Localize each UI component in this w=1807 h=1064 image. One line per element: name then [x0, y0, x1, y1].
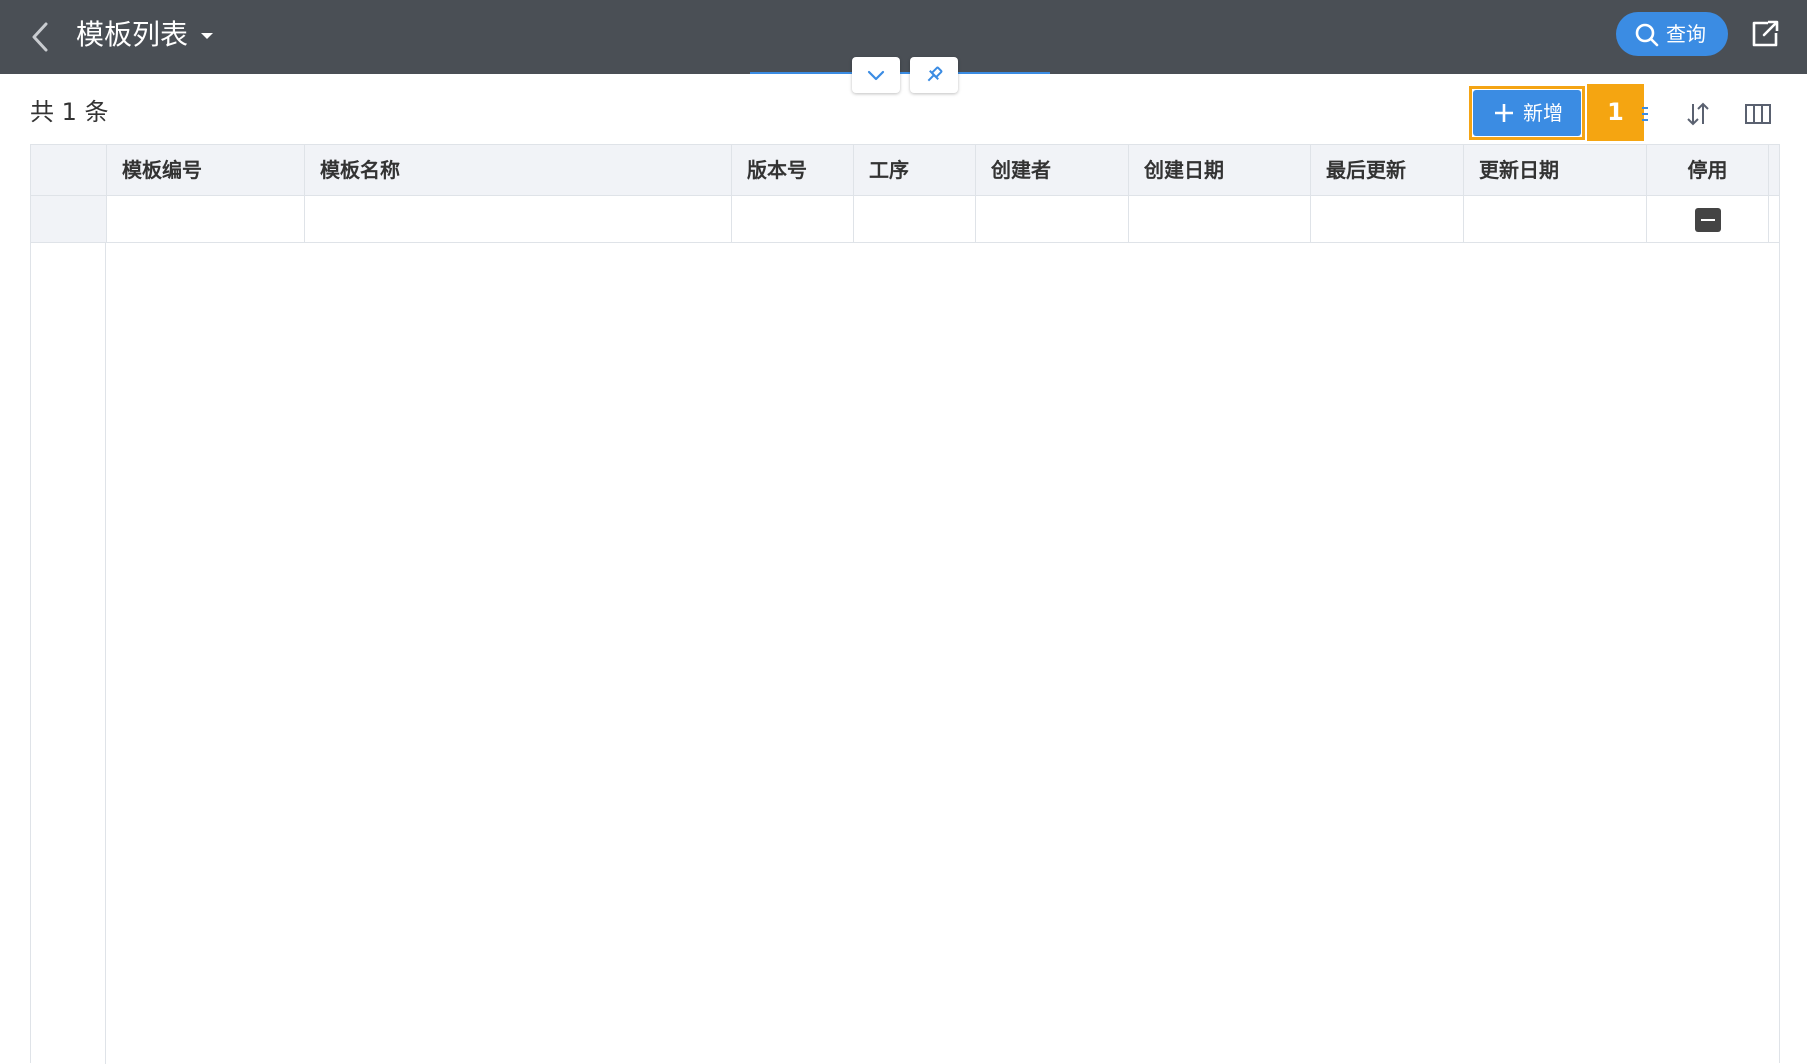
column-header-updated-date[interactable]: 更新日期 [1464, 145, 1647, 195]
pin-header-button[interactable] [910, 57, 958, 93]
pin-icon [927, 66, 943, 82]
back-button[interactable] [24, 18, 58, 56]
cell-created-date [1129, 196, 1311, 242]
row-gutter-cell [31, 196, 107, 242]
table-row[interactable] [31, 196, 1779, 243]
columns-icon [1745, 104, 1771, 124]
column-header-created-date[interactable]: 创建日期 [1129, 145, 1311, 195]
search-icon [1635, 23, 1659, 47]
title-dropdown-button[interactable] [196, 24, 218, 48]
collapse-header-button[interactable] [852, 57, 900, 93]
cell-creator [976, 196, 1129, 242]
cell-last-updated [1311, 196, 1464, 242]
template-table: 模板编号 模板名称 版本号 工序 创建者 创建日期 最后更新 更新日期 停用 [30, 144, 1780, 1064]
share-icon [1752, 20, 1779, 47]
add-button-label: 新增 [1523, 101, 1563, 125]
page-title: 模板列表 [76, 18, 189, 51]
chevron-left-icon [32, 22, 48, 52]
column-header-last-updated[interactable]: 最后更新 [1311, 145, 1464, 195]
filter-button[interactable] [1638, 100, 1668, 128]
filter-icon [1642, 107, 1648, 121]
cell-disabled [1647, 196, 1769, 242]
cell-version [732, 196, 854, 242]
app-header: 模板列表 查询 [0, 0, 1807, 74]
cell-template-id [107, 196, 305, 242]
cell-template-name [305, 196, 732, 242]
column-header-process[interactable]: 工序 [854, 145, 976, 195]
search-button[interactable]: 查询 [1616, 12, 1728, 56]
chevron-down-icon [867, 70, 885, 81]
column-header-version[interactable]: 版本号 [732, 145, 854, 195]
header-accent-line [750, 72, 1050, 74]
cell-process [854, 196, 976, 242]
column-header-template-id[interactable]: 模板编号 [107, 145, 305, 195]
add-button[interactable]: 新增 [1473, 90, 1581, 136]
cell-updated-date [1464, 196, 1647, 242]
step-badge: 1 [1587, 84, 1644, 141]
plus-icon [1495, 104, 1513, 122]
share-button[interactable] [1748, 17, 1782, 51]
header-gutter-cell [31, 145, 107, 195]
columns-button[interactable] [1743, 100, 1773, 128]
sort-icon [1687, 102, 1709, 126]
table-header-row: 模板编号 模板名称 版本号 工序 创建者 创建日期 最后更新 更新日期 停用 [31, 145, 1779, 196]
column-header-creator[interactable]: 创建者 [976, 145, 1129, 195]
sort-button[interactable] [1683, 100, 1713, 128]
column-header-template-name[interactable]: 模板名称 [305, 145, 732, 195]
disabled-checkbox[interactable] [1694, 208, 1721, 232]
column-header-disabled[interactable]: 停用 [1647, 145, 1769, 195]
caret-down-icon [201, 33, 213, 39]
record-count: 共 1 条 [30, 98, 109, 126]
search-button-label: 查询 [1666, 22, 1706, 46]
row-gutter-column [31, 242, 106, 1064]
